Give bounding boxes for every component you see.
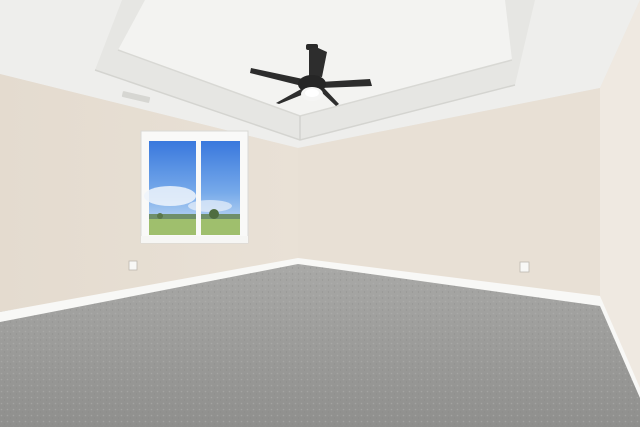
room-scene — [0, 0, 640, 427]
window-icon — [140, 130, 249, 244]
outlet-icon — [519, 261, 530, 273]
outlet-icon — [128, 260, 138, 271]
